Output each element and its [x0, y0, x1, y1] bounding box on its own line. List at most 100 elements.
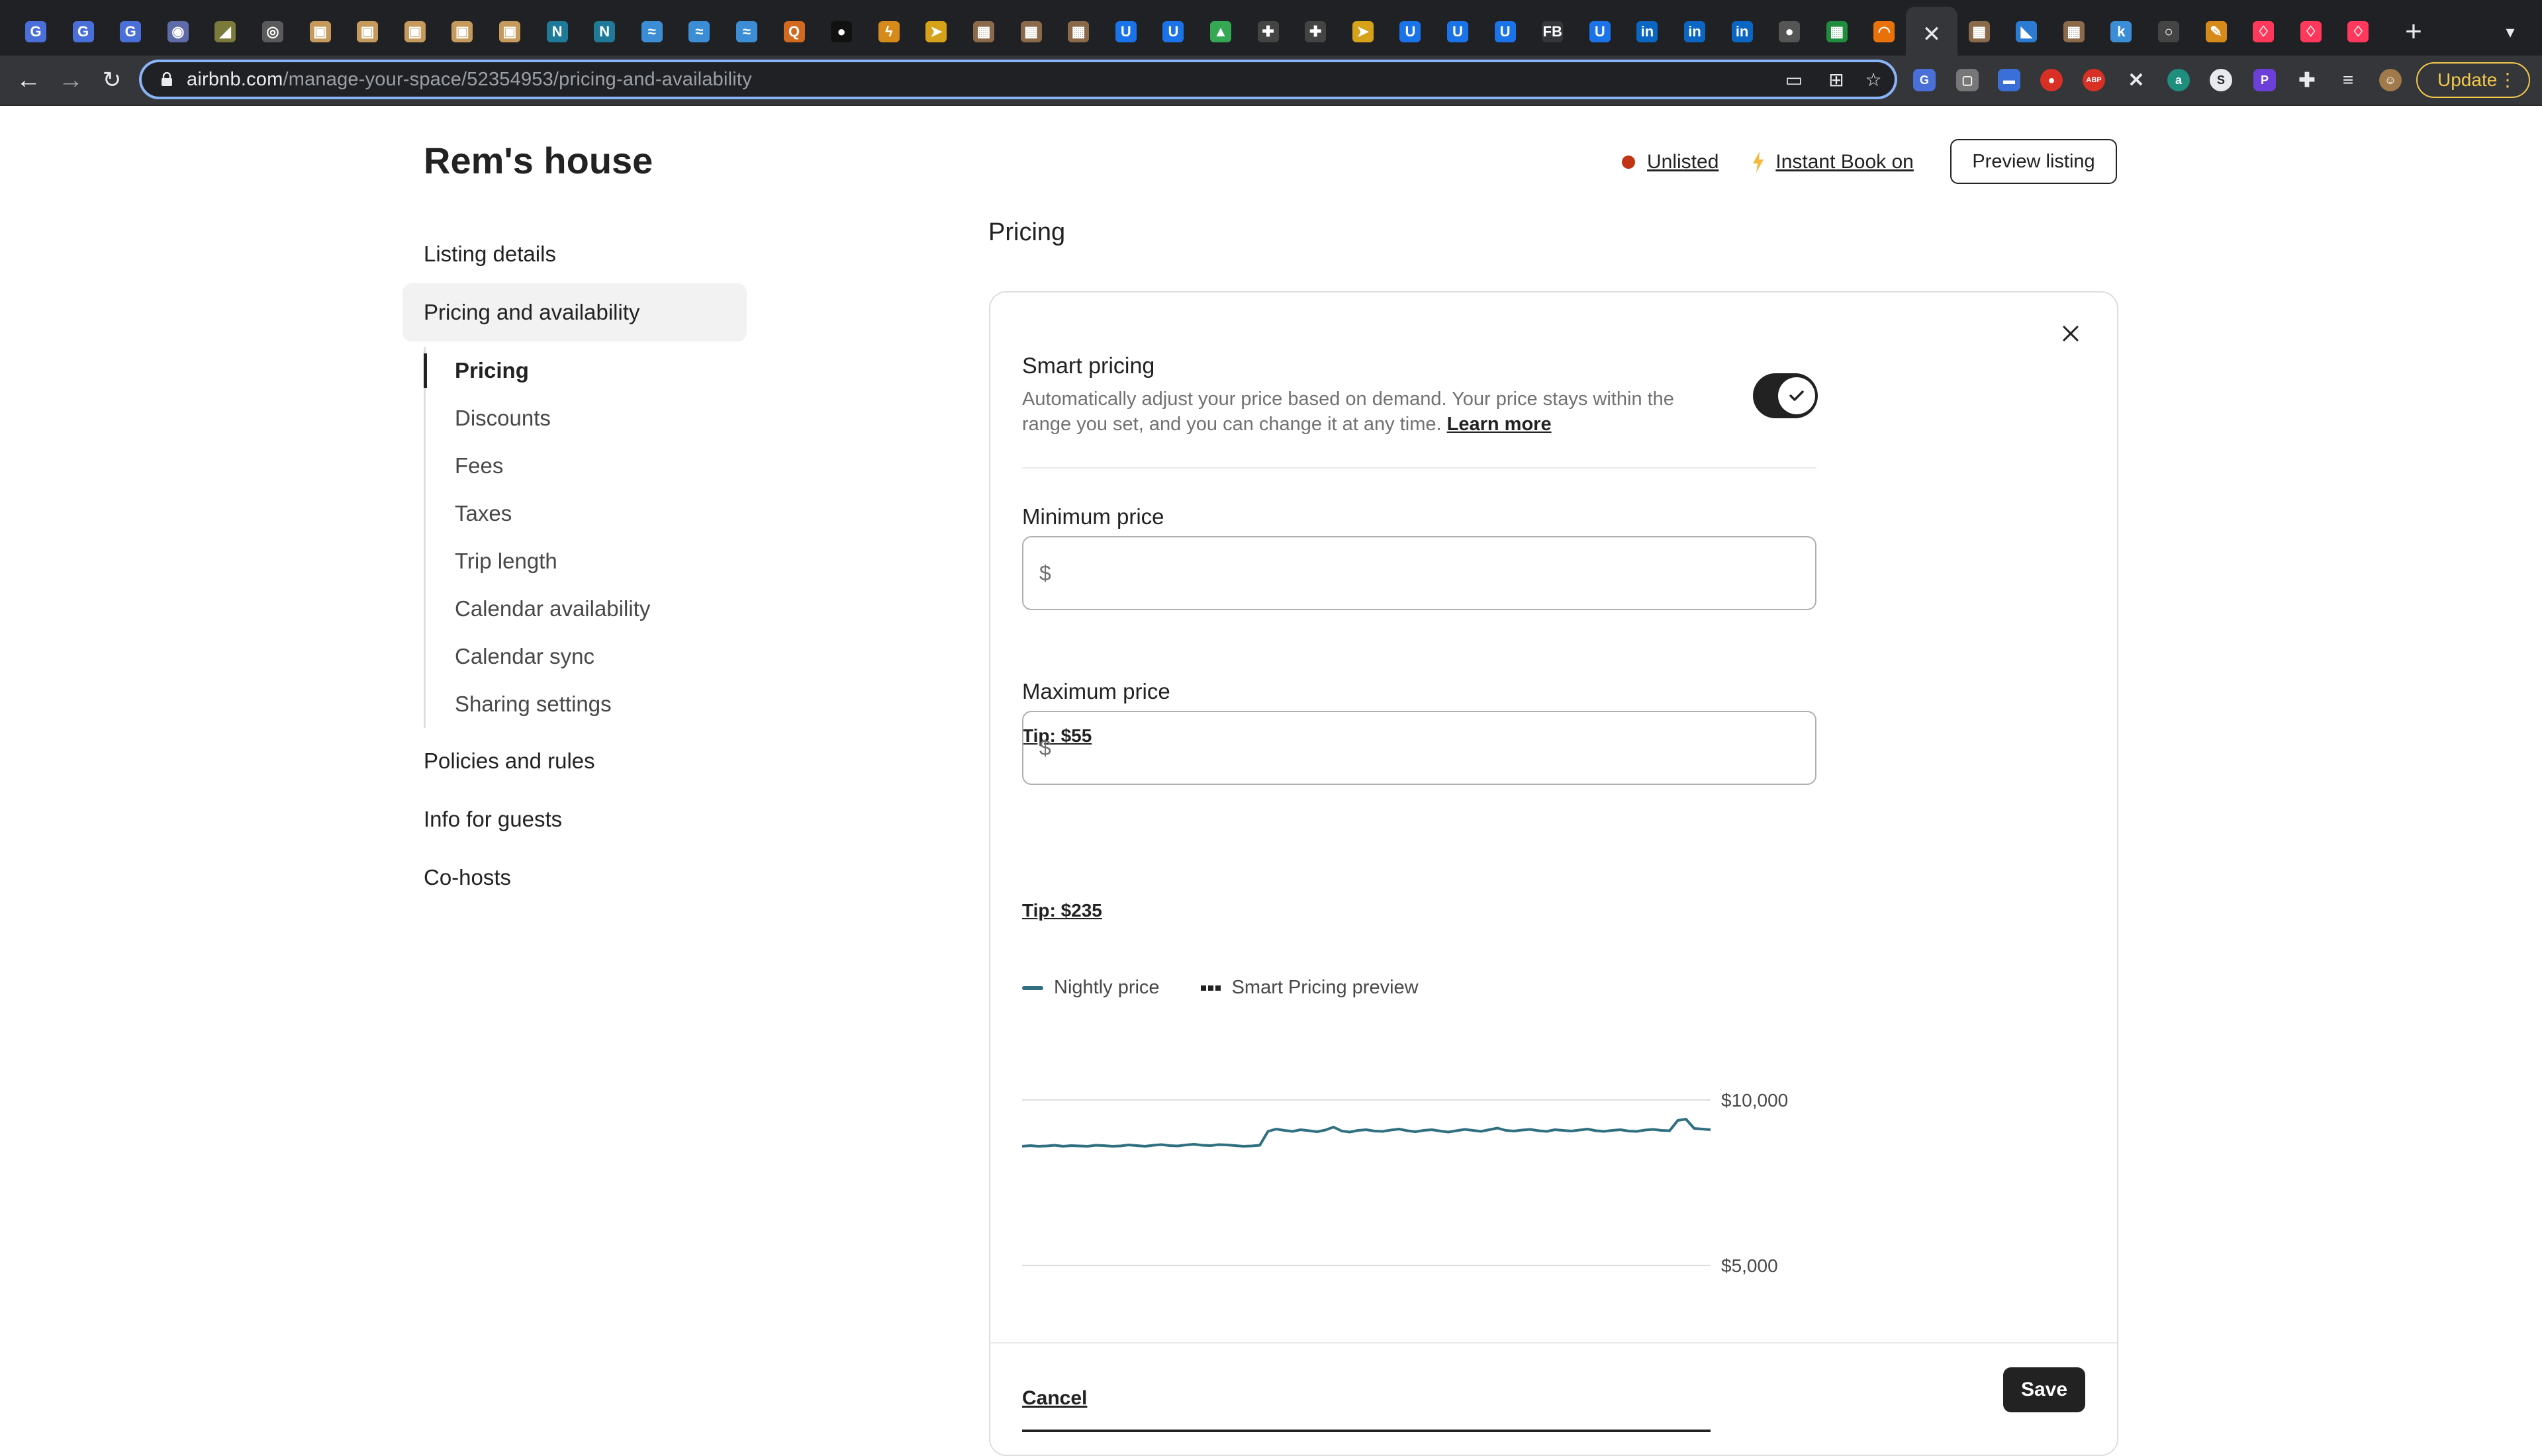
browser-tab[interactable]: ♢: [2341, 12, 2375, 52]
browser-tab[interactable]: ●: [824, 12, 859, 52]
subnav-item-trip-length[interactable]: Trip length: [426, 537, 747, 585]
new-tab-button[interactable]: +: [2396, 15, 2431, 49]
subnav-item-calendar-sync[interactable]: Calendar sync: [426, 633, 747, 680]
browser-tab[interactable]: U: [1156, 12, 1190, 52]
browser-tab[interactable]: ♢: [2246, 12, 2281, 52]
sidebar-item-info-guests[interactable]: Info for guests: [402, 790, 747, 848]
puzzle-icon[interactable]: ✚: [2296, 69, 2318, 91]
browser-tab[interactable]: ▲: [1203, 12, 1238, 52]
browser-tab[interactable]: Q: [777, 12, 812, 52]
sidebar-item-cohosts[interactable]: Co-hosts: [402, 848, 747, 907]
browser-tab[interactable]: ▦: [1820, 12, 1854, 52]
browser-tab[interactable]: ♢: [2294, 12, 2328, 52]
browser-tab[interactable]: ●: [1772, 12, 1807, 52]
browser-tab[interactable]: ▦: [1061, 12, 1096, 52]
sidebar-item-policies[interactable]: Policies and rules: [402, 732, 747, 790]
browser-tab[interactable]: ▦: [1014, 12, 1049, 52]
browser-tab[interactable]: ▣: [398, 12, 432, 52]
browser-tab[interactable]: ▦: [1962, 12, 1997, 52]
browser-tab[interactable]: G: [113, 12, 148, 52]
cast-icon[interactable]: ▭: [1783, 69, 1805, 90]
save-button[interactable]: Save: [2003, 1367, 2085, 1412]
cancel-button[interactable]: Cancel: [1022, 1387, 1087, 1410]
browser-tab[interactable]: ◉: [161, 12, 195, 52]
learn-more-link[interactable]: Learn more: [1447, 414, 1552, 435]
extension-icon[interactable]: ▢: [1956, 69, 1979, 91]
reload-button[interactable]: ↻: [97, 65, 127, 95]
subnav-item-discounts[interactable]: Discounts: [426, 394, 747, 442]
browser-tab[interactable]: U: [1393, 12, 1427, 52]
browser-tab[interactable]: ≈: [730, 12, 764, 52]
adblock-icon[interactable]: ABP: [2083, 69, 2105, 91]
address-bar[interactable]: airbnb.com/manage-your-space/52354953/pr…: [142, 62, 1895, 97]
sidebar-item-listing-details[interactable]: Listing details: [402, 225, 747, 283]
browser-tab[interactable]: N: [587, 12, 622, 52]
browser-tab[interactable]: in: [1725, 12, 1760, 52]
extension-icon[interactable]: a: [2167, 69, 2190, 91]
close-button[interactable]: [2056, 319, 2085, 348]
browser-tab[interactable]: ○: [2151, 12, 2186, 52]
extension-icon[interactable]: ▬: [1998, 69, 2020, 91]
browser-tab[interactable]: ✎: [2199, 12, 2234, 52]
browser-tab[interactable]: ✚: [1298, 12, 1333, 52]
tab-search-menu-button[interactable]: ▾: [2496, 17, 2525, 46]
browser-tab[interactable]: ◢: [208, 12, 242, 52]
subnav-item-taxes[interactable]: Taxes: [426, 490, 747, 537]
bookmark-star-icon[interactable]: ☆: [1863, 69, 1884, 90]
browser-tab[interactable]: k: [2104, 12, 2138, 52]
forward-button[interactable]: →: [56, 65, 86, 95]
browser-tab[interactable]: FB: [1535, 12, 1570, 52]
unlisted-link[interactable]: Unlisted: [1647, 151, 1718, 173]
browser-tab[interactable]: in: [1630, 12, 1664, 52]
browser-tab[interactable]: ➤: [919, 12, 953, 52]
browser-tab[interactable]: ϟ: [872, 12, 906, 52]
subnav-item-fees[interactable]: Fees: [426, 442, 747, 490]
close-icon[interactable]: ✕: [1921, 22, 1942, 47]
browser-tab[interactable]: U: [1440, 12, 1475, 52]
browser-tab[interactable]: G: [66, 12, 101, 52]
subnav-item-sharing-settings[interactable]: Sharing settings: [426, 680, 747, 728]
smart-pricing-toggle[interactable]: [1753, 373, 1818, 418]
extension-icon[interactable]: S: [2210, 69, 2232, 91]
apps-grid-icon[interactable]: ⊞: [1826, 69, 1847, 90]
browser-tab[interactable]: ➤: [1346, 12, 1380, 52]
maximum-price-tip[interactable]: Tip: $235: [1022, 900, 1102, 921]
browser-tab[interactable]: N: [540, 12, 575, 52]
browser-tab[interactable]: G: [19, 12, 53, 52]
browser-tab[interactable]: ◣: [2009, 12, 2044, 52]
minimum-price-field[interactable]: $: [1022, 536, 1816, 610]
browser-tab[interactable]: ▦: [2057, 12, 2091, 52]
browser-tab[interactable]: ◎: [256, 12, 290, 52]
browser-tab[interactable]: U: [1488, 12, 1523, 52]
browser-tab[interactable]: in: [1677, 12, 1712, 52]
sidebar-item-pricing-availability[interactable]: Pricing and availability: [402, 283, 747, 341]
update-button[interactable]: Update ⋮: [2416, 62, 2530, 98]
preview-listing-button[interactable]: Preview listing: [1950, 139, 2117, 184]
subnav-item-calendar-availability[interactable]: Calendar availability: [426, 585, 747, 633]
maximum-price-input[interactable]: [1060, 735, 1791, 761]
browser-tab[interactable]: ▣: [445, 12, 479, 52]
browser-tab[interactable]: U: [1583, 12, 1617, 52]
browser-tab-active[interactable]: ✕: [1906, 7, 1957, 62]
profile-avatar[interactable]: ☺: [2379, 69, 2402, 91]
back-button[interactable]: ←: [13, 65, 44, 95]
browser-tab[interactable]: ≈: [682, 12, 716, 52]
instant-book-link[interactable]: Instant Book on: [1775, 151, 1913, 173]
maximum-price-field[interactable]: $: [1022, 711, 1816, 785]
browser-tab[interactable]: ✚: [1251, 12, 1286, 52]
browser-tab[interactable]: U: [1109, 12, 1143, 52]
reading-list-icon[interactable]: ≡: [2337, 69, 2359, 91]
u-icon: U: [1494, 21, 1516, 42]
browser-tab[interactable]: ◠: [1867, 12, 1901, 52]
extension-icon[interactable]: P: [2253, 69, 2276, 91]
browser-tab[interactable]: ▦: [966, 12, 1001, 52]
extension-icon[interactable]: ✕: [2125, 69, 2147, 91]
browser-tab[interactable]: ≈: [635, 12, 669, 52]
extension-icon[interactable]: ●: [2040, 69, 2063, 91]
browser-tab[interactable]: ▣: [493, 12, 527, 52]
browser-tab[interactable]: ▣: [350, 12, 385, 52]
subnav-item-pricing[interactable]: Pricing: [424, 347, 747, 394]
browser-tab[interactable]: ▣: [303, 12, 338, 52]
translate-extension-icon[interactable]: G: [1913, 69, 1936, 91]
minimum-price-input[interactable]: [1060, 560, 1791, 586]
